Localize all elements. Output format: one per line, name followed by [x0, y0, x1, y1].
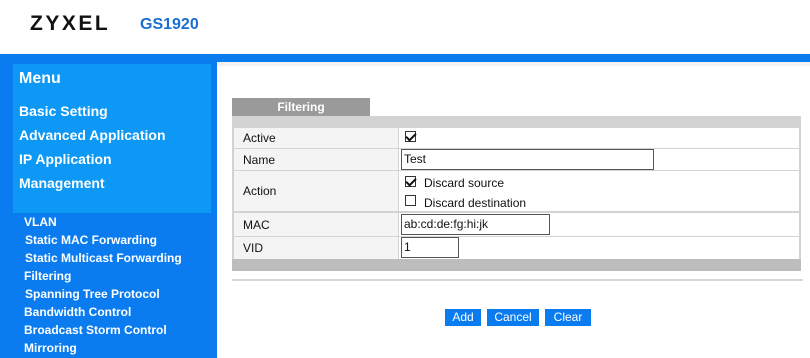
sidebar-item-mirroring[interactable]: Mirroring	[24, 341, 77, 355]
row-name: Name Test	[234, 149, 799, 170]
menu-advanced-application[interactable]: Advanced Application	[19, 127, 166, 143]
name-label: Name	[234, 149, 399, 170]
header: ZYXEL GS1920	[0, 0, 810, 54]
clear-button[interactable]: Clear	[545, 309, 591, 326]
active-value-cell	[400, 128, 799, 148]
sidebar-item-bandwidth-control[interactable]: Bandwidth Control	[24, 305, 131, 319]
action-value-cell: Discard source Discard destination	[400, 171, 799, 211]
vid-input[interactable]: 1	[401, 237, 459, 258]
menu-title: Menu	[19, 70, 61, 87]
top-bar	[0, 54, 810, 62]
discard-destination-checkbox[interactable]	[405, 195, 416, 206]
mac-input[interactable]: ab:cd:de:fg:hi:jk	[401, 214, 550, 235]
row-vid: VID 1	[234, 237, 799, 259]
sidebar-item-filtering[interactable]: Filtering	[24, 269, 71, 283]
sidebar-item-static-mac-forwarding[interactable]: Static MAC Forwarding	[25, 233, 157, 247]
menu-box: Menu Basic Setting Advanced Application …	[13, 64, 211, 213]
model-name: GS1920	[140, 16, 199, 33]
row-action: Action Discard source Discard destinatio…	[234, 171, 799, 211]
name-input[interactable]: Test	[401, 149, 654, 170]
active-label: Active	[234, 128, 399, 148]
row-mac: MAC ab:cd:de:fg:hi:jk	[234, 213, 799, 236]
row-active: Active	[234, 128, 799, 148]
form-footer-bar	[232, 259, 801, 271]
vid-value-cell: 1	[400, 237, 799, 259]
mac-label: MAC	[234, 213, 399, 236]
action-label: Action	[234, 171, 399, 211]
discard-source-label: Discard source	[424, 176, 505, 190]
discard-destination-label: Discard destination	[424, 196, 527, 210]
sidebar-item-spanning-tree-protocol[interactable]: Spanning Tree Protocol	[25, 287, 160, 301]
tab-filtering: Filtering	[232, 98, 370, 116]
divider	[232, 279, 803, 281]
menu-management[interactable]: Management	[19, 175, 105, 191]
menu-basic-setting[interactable]: Basic Setting	[19, 103, 108, 119]
menu-ip-application[interactable]: IP Application	[19, 151, 112, 167]
submenu: VLAN Static MAC Forwarding Static Multic…	[12, 213, 217, 358]
discard-source-checkbox[interactable]	[405, 176, 416, 187]
zyxel-logo: ZYXEL	[30, 12, 111, 35]
tab-underline	[232, 116, 801, 126]
vid-label: VID	[234, 237, 399, 259]
sidebar-item-vlan[interactable]: VLAN	[24, 215, 57, 229]
active-checkbox[interactable]	[405, 131, 416, 142]
mac-value-cell: ab:cd:de:fg:hi:jk	[400, 213, 799, 236]
cancel-button[interactable]: Cancel	[487, 309, 539, 326]
name-value-cell: Test	[400, 149, 799, 170]
sidebar: Menu Basic Setting Advanced Application …	[0, 62, 217, 358]
sidebar-item-static-multicast-forwarding[interactable]: Static Multicast Forwarding	[25, 251, 182, 265]
sidebar-item-broadcast-storm-control[interactable]: Broadcast Storm Control	[24, 323, 167, 337]
add-button[interactable]: Add	[445, 309, 481, 326]
